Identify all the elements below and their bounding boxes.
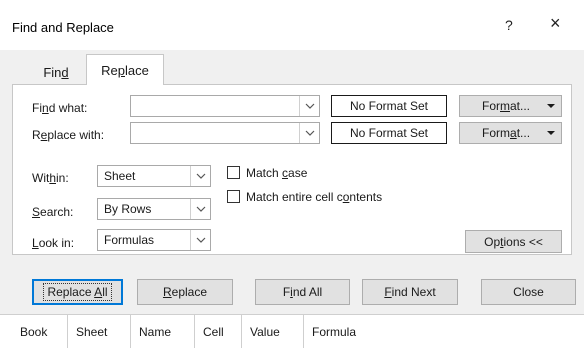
find-next-label: Find Next: [384, 285, 436, 299]
replace-format-status: No Format Set: [331, 122, 447, 144]
find-next-button[interactable]: Find Next: [362, 279, 458, 305]
column-header-formula[interactable]: Formula: [304, 315, 574, 348]
look-in-value: Formulas: [104, 233, 155, 247]
match-case-checkbox[interactable]: [227, 166, 240, 179]
match-entire-cell-checkbox[interactable]: [227, 190, 240, 203]
find-all-label: Find All: [282, 285, 323, 299]
title-bar: Find and Replace ? ×: [0, 0, 584, 50]
tab-replace-label: Replace: [101, 62, 149, 78]
find-replace-dialog: Find and Replace ? × Find Replace Find w…: [0, 0, 584, 348]
column-header-name[interactable]: Name: [131, 315, 195, 348]
search-select[interactable]: By Rows: [97, 198, 211, 220]
chevron-down-icon[interactable]: [190, 166, 210, 186]
column-header-book[interactable]: Book: [12, 315, 68, 348]
options-toggle-label: Options <<: [484, 234, 543, 249]
find-what-combobox[interactable]: [130, 95, 320, 117]
options-toggle-button[interactable]: Options <<: [465, 230, 562, 253]
close-icon[interactable]: ×: [550, 14, 561, 32]
replace-button[interactable]: Replace: [137, 279, 233, 305]
chevron-down-icon[interactable]: [299, 96, 319, 116]
help-button[interactable]: ?: [505, 17, 513, 33]
find-what-label: Find what:: [32, 101, 88, 115]
find-all-button[interactable]: Find All: [255, 279, 350, 305]
replace-all-button[interactable]: Replace All: [32, 279, 123, 305]
chevron-down-icon[interactable]: [190, 199, 210, 219]
chevron-down-icon[interactable]: [299, 123, 319, 143]
results-header: Book Sheet Name Cell Value Formula: [0, 314, 584, 348]
dropdown-caret-icon: [547, 131, 555, 135]
tab-replace[interactable]: Replace: [86, 54, 164, 85]
replace-label: Replace: [162, 285, 208, 299]
tab-find[interactable]: Find: [26, 60, 86, 84]
search-label: Search:: [32, 205, 74, 219]
match-case-label[interactable]: Match case: [246, 166, 307, 180]
replace-format-button-label: Format...: [482, 126, 531, 140]
within-select[interactable]: Sheet: [97, 165, 211, 187]
within-label: Within:: [32, 171, 69, 185]
column-header-value[interactable]: Value: [242, 315, 304, 348]
replace-with-combobox[interactable]: [130, 122, 320, 144]
tab-find-label: Find: [43, 64, 69, 80]
close-button[interactable]: Close: [481, 279, 576, 305]
chevron-down-icon[interactable]: [190, 230, 210, 250]
dropdown-caret-icon: [547, 104, 555, 108]
search-value: By Rows: [104, 202, 152, 216]
dialog-title: Find and Replace: [12, 20, 114, 35]
replace-with-label: Replace with:: [32, 128, 105, 142]
column-header-cell[interactable]: Cell: [195, 315, 242, 348]
close-label: Close: [513, 285, 544, 299]
match-entire-cell-label[interactable]: Match entire cell contents: [246, 190, 382, 204]
column-header-sheet[interactable]: Sheet: [68, 315, 131, 348]
find-format-button[interactable]: Format...: [459, 95, 562, 117]
within-value: Sheet: [104, 169, 136, 183]
replace-all-label: Replace All: [43, 283, 112, 301]
look-in-label: Look in:: [32, 236, 75, 250]
find-format-status: No Format Set: [331, 95, 447, 117]
replace-format-button[interactable]: Format...: [459, 122, 562, 144]
find-format-button-label: Format...: [482, 99, 531, 113]
look-in-select[interactable]: Formulas: [97, 229, 211, 251]
